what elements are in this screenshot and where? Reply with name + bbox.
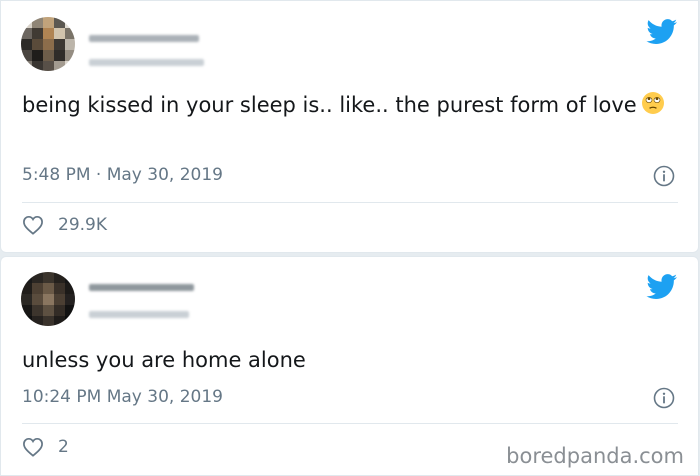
divider [22, 202, 678, 203]
author-handle-redacted[interactable] [89, 59, 204, 66]
face-with-rolling-eyes-emoji [641, 92, 664, 114]
heart-icon [23, 437, 43, 457]
tweet-timestamp[interactable]: 10:24 PM May 30, 2019 [22, 387, 223, 407]
author-handle-redacted[interactable] [89, 311, 189, 318]
like-button[interactable]: 29.9K [22, 215, 107, 235]
like-count: 2 [58, 437, 69, 457]
heart-icon [23, 215, 43, 235]
info-icon[interactable] [653, 387, 675, 409]
like-count: 29.9K [58, 215, 107, 235]
divider [22, 423, 678, 424]
tweet-card-2: unless you are home alone 10:24 PM May 3… [0, 256, 699, 476]
tweet-text: being kissed in your sleep is.. like.. t… [22, 88, 674, 122]
author-name-redacted[interactable] [89, 284, 194, 291]
author-name-redacted[interactable] [89, 35, 199, 42]
twitter-bird-icon[interactable] [646, 274, 678, 300]
tweet-card-1: being kissed in your sleep is.. like.. t… [0, 0, 699, 253]
tweet-timestamp[interactable]: 5:48 PM · May 30, 2019 [22, 165, 223, 185]
like-button[interactable]: 2 [22, 437, 69, 457]
avatar[interactable] [21, 17, 75, 71]
avatar[interactable] [21, 272, 75, 326]
tweet-text: unless you are home alone [22, 348, 306, 372]
twitter-bird-icon[interactable] [646, 19, 678, 45]
boredpanda-watermark: boredpanda.com [506, 444, 684, 468]
info-icon[interactable] [653, 165, 675, 187]
